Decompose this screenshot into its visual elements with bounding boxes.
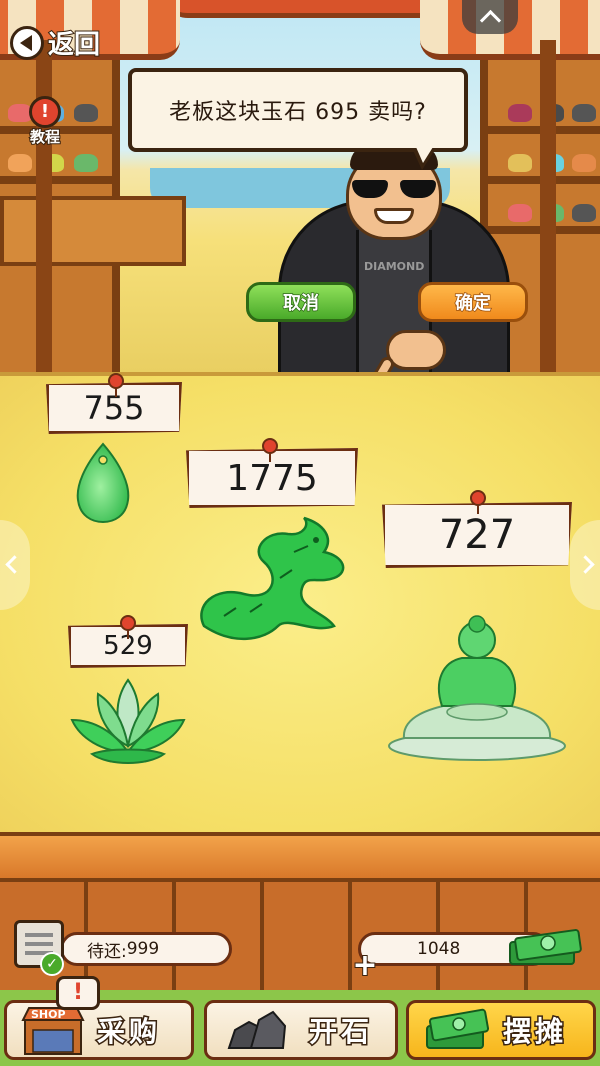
notification-alert-icon: ! bbox=[56, 976, 100, 1010]
confirm-button[interactable]: 确定 bbox=[418, 282, 528, 322]
awning-top bbox=[160, 0, 450, 18]
debt-label: 待还: bbox=[87, 941, 127, 962]
pin-icon bbox=[262, 438, 278, 462]
stall-post-left bbox=[36, 40, 52, 372]
cash-icon bbox=[426, 1008, 489, 1049]
stall-post-right bbox=[540, 40, 556, 372]
rock-icon bbox=[227, 1010, 287, 1049]
nav-open-stone-button[interactable]: 开石 bbox=[204, 1000, 398, 1060]
stall-counter bbox=[0, 832, 600, 882]
customer-boss: DIAMOND bbox=[268, 144, 520, 372]
back-label: 返回 bbox=[47, 29, 101, 61]
back-arrow-icon bbox=[10, 25, 44, 60]
offer-question: 老板这块玉石 695 卖吗? bbox=[169, 100, 427, 125]
cancel-button[interactable]: 取消 bbox=[246, 282, 356, 322]
nav-purchase-label: 采购 bbox=[95, 1014, 162, 1050]
shop-icon: SHOP bbox=[21, 1004, 85, 1056]
nav-stall-label: 摆摊 bbox=[501, 1014, 568, 1050]
jade-lotus-item[interactable] bbox=[68, 676, 188, 768]
sunglasses-icon bbox=[352, 180, 436, 198]
tutorial-label: 教程 bbox=[29, 127, 61, 147]
shop-sign: SHOP bbox=[31, 1008, 66, 1021]
next-page-arrow[interactable] bbox=[570, 520, 600, 610]
nav-purchase-button[interactable]: SHOP 采购 bbox=[4, 1000, 194, 1060]
collapse-button[interactable] bbox=[462, 0, 518, 34]
pin-icon bbox=[120, 615, 136, 639]
pin-icon bbox=[470, 490, 486, 514]
pin-icon bbox=[108, 373, 124, 397]
speech-bubble: 老板这块玉石 695 卖吗? bbox=[128, 68, 468, 170]
nav-open-stone-label: 开石 bbox=[307, 1014, 374, 1050]
tutorial-button[interactable]: ! 教程 bbox=[20, 96, 70, 147]
stall-table-left bbox=[0, 196, 186, 266]
back-button[interactable]: 返回 bbox=[10, 24, 101, 61]
check-icon: ✓ bbox=[40, 952, 64, 976]
money-value: 1048 bbox=[417, 939, 461, 959]
nav-stall-button[interactable]: 摆摊 bbox=[406, 1000, 596, 1060]
price-tag-pendant[interactable]: 755 bbox=[46, 382, 182, 434]
jade-buddha-item[interactable] bbox=[382, 612, 572, 764]
debt-display: 待还: 999 bbox=[60, 932, 232, 966]
price-tag-dragon[interactable]: 1775 bbox=[186, 448, 358, 508]
alert-icon: ! bbox=[29, 96, 61, 128]
jade-dragon-item[interactable] bbox=[184, 516, 354, 652]
jade-pendant-item[interactable] bbox=[72, 440, 134, 524]
cash-stack-icon bbox=[509, 929, 582, 965]
debt-value: 999 bbox=[126, 939, 160, 959]
add-money-icon[interactable]: + bbox=[351, 950, 378, 982]
